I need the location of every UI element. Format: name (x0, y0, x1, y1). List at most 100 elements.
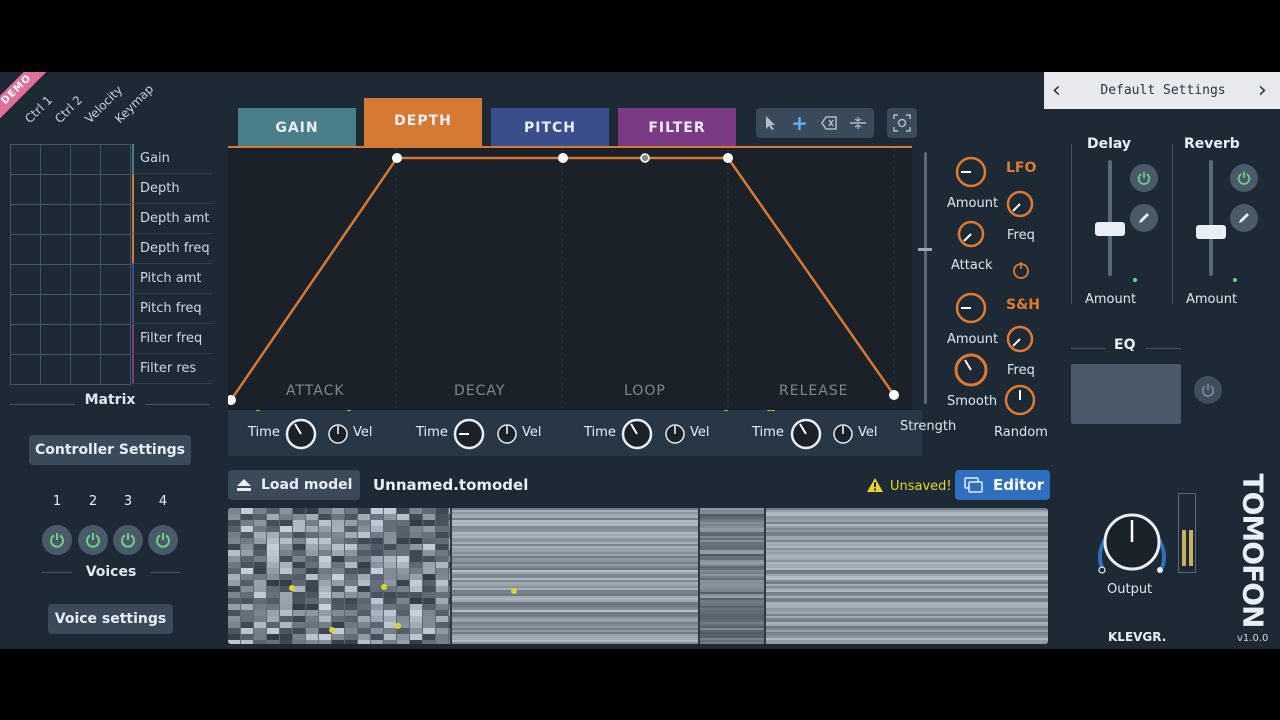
matrix-row-pitch-freq[interactable]: Pitch freq (132, 294, 212, 324)
pencil-icon (1139, 213, 1149, 223)
matrix-cell[interactable] (101, 295, 131, 325)
matrix-cell[interactable] (41, 325, 71, 355)
matrix-cell[interactable] (101, 175, 131, 205)
erase-icon[interactable] (814, 108, 843, 138)
matrix-row-pitch-amt[interactable]: Pitch amt (132, 264, 212, 294)
power-icon (156, 533, 170, 548)
load-model-button[interactable]: Load model (228, 470, 360, 500)
matrix-cell[interactable] (71, 205, 101, 235)
add-point-icon[interactable]: + (785, 108, 814, 138)
preset-next-icon[interactable]: › (1258, 78, 1267, 103)
controller-settings-button[interactable]: Controller Settings (29, 435, 191, 465)
strength-label: Strength (900, 419, 957, 434)
matrix-cell[interactable] (101, 355, 131, 385)
voice-number-4: 4 (158, 494, 168, 509)
voice-1-power-button[interactable] (42, 525, 72, 555)
voices-title: Voices (85, 564, 137, 580)
split-icon[interactable] (843, 108, 872, 138)
delay-amount-slider[interactable] (1108, 160, 1112, 276)
matrix-cell[interactable] (71, 235, 101, 265)
matrix-cell[interactable] (11, 205, 41, 235)
matrix-cell[interactable] (41, 235, 71, 265)
voice-2-power-button[interactable] (78, 525, 108, 555)
matrix-cell[interactable] (11, 325, 41, 355)
envelope-knobs[interactable] (228, 410, 922, 456)
decay-vel-label: Vel (522, 425, 542, 440)
stage-loop-label: LOOP (624, 383, 666, 399)
matrix-cell[interactable] (101, 145, 131, 175)
tab-filter[interactable]: FILTER (618, 108, 736, 146)
tab-gain[interactable]: GAIN (238, 108, 356, 146)
voice-4-power-button[interactable] (148, 525, 178, 555)
fx-border-left (1071, 144, 1072, 304)
matrix-cell[interactable] (11, 265, 41, 295)
envelope-editor[interactable]: ATTACK DECAY LOOP RELEASE (228, 146, 912, 410)
eq-display[interactable] (1071, 364, 1181, 424)
matrix-cell[interactable] (71, 145, 101, 175)
reverb-edit-button[interactable] (1230, 204, 1258, 232)
stage-attack-label: ATTACK (286, 383, 345, 399)
tab-depth[interactable]: DEPTH (364, 98, 482, 146)
voice-3-power-button[interactable] (113, 525, 143, 555)
preset-prev-icon[interactable]: ‹ (1052, 78, 1061, 103)
snapshot-button[interactable] (887, 108, 917, 138)
matrix-row-filter-freq[interactable]: Filter freq (132, 324, 212, 354)
plugin-window: DEMO Ctrl 1 Ctrl 2 Velocity Keymap Gain … (0, 72, 1280, 649)
voice-number-2: 2 (88, 494, 98, 509)
output-knob[interactable] (1092, 504, 1172, 584)
matrix-row-depth[interactable]: Depth (132, 174, 212, 204)
envelope-toolbar: + (756, 108, 874, 138)
editor-label: Editor (993, 476, 1044, 494)
matrix-cell[interactable] (41, 145, 71, 175)
matrix-cell[interactable] (71, 295, 101, 325)
reverb-amount-thumb[interactable] (1196, 225, 1226, 239)
matrix-cell[interactable] (71, 355, 101, 385)
preset-selector[interactable]: ‹ Default Settings › (1044, 72, 1280, 109)
matrix-cell[interactable] (71, 325, 101, 355)
tab-pitch[interactable]: PITCH (491, 108, 609, 146)
envelope-controls: Time Vel Time Vel Time Vel Time Vel (228, 410, 922, 456)
model-visualizer-graphic (228, 508, 1048, 644)
reverb-amount-slider[interactable] (1209, 160, 1213, 276)
voice-settings-button[interactable]: Voice settings (48, 604, 173, 634)
model-visualizer[interactable] (228, 508, 1048, 644)
pointer-icon[interactable] (756, 108, 785, 138)
voice-number-1: 1 (52, 494, 62, 509)
matrix-cell[interactable] (11, 295, 41, 325)
matrix-cell[interactable] (41, 265, 71, 295)
delay-amount-label: Amount (1085, 292, 1137, 307)
strength-slider-thumb[interactable] (918, 248, 932, 251)
reverb-power-button[interactable] (1230, 164, 1258, 192)
matrix-cell[interactable] (11, 355, 41, 385)
lfo-freq-label: Freq (1007, 228, 1035, 243)
matrix-row-filter-res[interactable]: Filter res (132, 354, 212, 384)
delay-edit-button[interactable] (1130, 204, 1158, 232)
matrix-cell[interactable] (101, 325, 131, 355)
matrix-cell[interactable] (11, 175, 41, 205)
matrix-row-depth-freq[interactable]: Depth freq (132, 234, 212, 264)
matrix-cell[interactable] (41, 205, 71, 235)
editor-button[interactable]: Editor (955, 470, 1050, 500)
matrix-grid[interactable] (10, 144, 131, 385)
sh-title: S&H (1006, 297, 1041, 313)
matrix-cell[interactable] (101, 265, 131, 295)
loop-vel-label: Vel (690, 425, 710, 440)
matrix-row-gain[interactable]: Gain (132, 144, 212, 174)
release-time-label: Time (752, 425, 784, 440)
strength-slider[interactable] (924, 152, 927, 404)
matrix-row-depth-amt[interactable]: Depth amt (132, 204, 212, 234)
matrix-cell[interactable] (11, 235, 41, 265)
matrix-cell[interactable] (71, 265, 101, 295)
matrix-cell[interactable] (101, 235, 131, 265)
eq-power-button[interactable] (1194, 376, 1222, 404)
matrix-cell[interactable] (41, 355, 71, 385)
delay-power-button[interactable] (1130, 164, 1158, 192)
matrix-cell[interactable] (41, 175, 71, 205)
delay-amount-thumb[interactable] (1095, 222, 1125, 236)
envelope-graph[interactable] (228, 148, 912, 410)
matrix-cell[interactable] (101, 205, 131, 235)
matrix-cell[interactable] (11, 145, 41, 175)
matrix-cell[interactable] (71, 175, 101, 205)
pencil-icon (1239, 213, 1249, 223)
matrix-cell[interactable] (41, 295, 71, 325)
